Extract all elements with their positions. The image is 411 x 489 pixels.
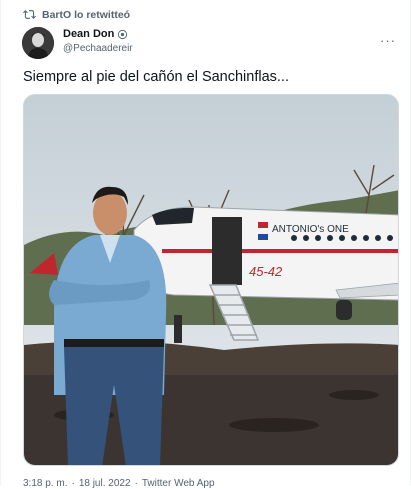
author-name[interactable]: Dean Don <box>63 28 114 40</box>
retweet-icon <box>23 10 36 19</box>
more-options-icon[interactable]: ··· <box>380 33 396 48</box>
tweet-date[interactable]: 18 jul. 2022 <box>79 478 131 489</box>
author-name-row[interactable]: Dean Don <box>63 28 128 40</box>
tweet-media-image[interactable]: ANTONIO's ONE 45-42 <box>23 94 399 466</box>
retweet-context[interactable]: BartO lo retwitteó <box>23 8 130 21</box>
tweet-source: Twitter Web App <box>141 478 215 489</box>
plane-registration-text: 45-42 <box>249 264 283 279</box>
tweet-time[interactable]: 3:18 p. m. <box>23 478 67 489</box>
author-handle[interactable]: @Pechaadereir <box>63 43 133 54</box>
tweet-meta: 3:18 p. m. · 18 jul. 2022 · Twitter Web … <box>23 478 215 489</box>
tweet-card[interactable]: BartO lo retwitteó Dean Don @Pechaaderei… <box>0 0 411 489</box>
avatar[interactable] <box>22 27 54 59</box>
verified-badge-icon <box>118 29 128 39</box>
tweet-text: Siempre al pie del cañón el Sanchinflas.… <box>23 69 289 85</box>
photo-man-in-front-of-plane: ANTONIO's ONE 45-42 <box>24 95 398 465</box>
meta-separator-2: · <box>134 478 138 489</box>
retweet-label: BartO lo retwitteó <box>42 8 131 21</box>
plane-name-text: ANTONIO's ONE <box>272 224 349 235</box>
avatar-photo <box>22 27 54 59</box>
meta-separator: · <box>71 478 75 489</box>
